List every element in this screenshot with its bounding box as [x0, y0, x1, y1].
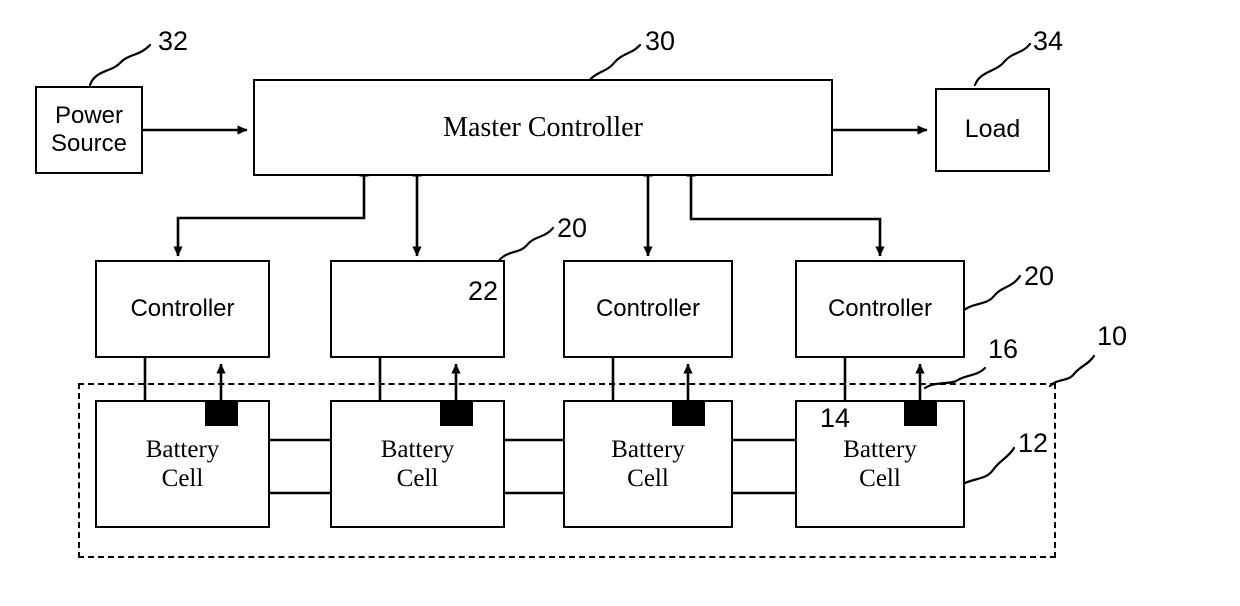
leader-20b: [960, 274, 1022, 314]
battery-cell-label-3-line1: Battery: [611, 435, 685, 463]
reference-numeral-30: 30: [645, 26, 676, 56]
master-controller-label: Master Controller: [443, 111, 643, 143]
reference-numeral-20b: 20: [1024, 261, 1055, 291]
controller-block-2[interactable]: [330, 260, 505, 358]
controller-label-4: Controller: [827, 294, 933, 322]
controller-block-1[interactable]: Controller: [95, 260, 270, 358]
load-label: Load: [964, 115, 1021, 144]
power-source-label-line1: Power: [54, 101, 123, 129]
reference-numeral-20a: 20: [557, 213, 588, 243]
controller-block-3[interactable]: Controller: [563, 260, 733, 358]
master-controller-block[interactable]: Master Controller: [253, 79, 833, 176]
leader-20a: [496, 226, 555, 264]
reference-numeral-12: 12: [1018, 428, 1049, 458]
leader-34: [973, 42, 1032, 87]
battery-cell-label-4-line1: Battery: [843, 435, 917, 463]
diagram-canvas: Power Source Master Controller Load Cont…: [0, 0, 1240, 606]
reference-numeral-16: 16: [988, 334, 1019, 364]
power-source-block[interactable]: Power Source: [35, 86, 143, 174]
battery-cell-block-1[interactable]: Battery Cell: [95, 400, 270, 528]
battery-cell-label-2-line1: Battery: [380, 435, 455, 463]
wire-master-controller1: [173, 166, 369, 257]
power-source-label-line2: Source: [50, 130, 128, 157]
battery-cell-label-2-line2: Cell: [396, 465, 439, 492]
reference-numeral-14: 14: [820, 403, 851, 433]
wire-master-controller4: [686, 166, 885, 257]
battery-cell-label-1-line2: Cell: [161, 465, 204, 492]
battery-cell-label-1-line1: Battery: [145, 435, 220, 463]
controller-label-3: Controller: [595, 294, 701, 322]
battery-cell-label-4-line2: Cell: [859, 465, 901, 492]
battery-cell-block-3[interactable]: Battery Cell: [563, 400, 733, 528]
load-block[interactable]: Load: [935, 88, 1050, 172]
controller-label-1: Controller: [130, 294, 235, 322]
cell-sensor-icon-4: [904, 400, 937, 426]
battery-cell-label-3-line2: Cell: [627, 465, 669, 492]
reference-numeral-32: 32: [158, 26, 189, 56]
battery-cell-block-2[interactable]: Battery Cell: [330, 400, 505, 528]
controller-block-4[interactable]: Controller: [795, 260, 965, 358]
reference-numeral-22: 22: [468, 276, 499, 306]
leader-10: [1048, 354, 1096, 388]
reference-numeral-34: 34: [1033, 26, 1064, 56]
reference-numeral-10: 10: [1097, 321, 1128, 351]
cell-sensor-icon-1: [205, 400, 238, 426]
leader-32: [88, 43, 152, 87]
cell-sensor-icon-2: [440, 400, 473, 426]
cell-sensor-icon-3: [672, 400, 705, 426]
